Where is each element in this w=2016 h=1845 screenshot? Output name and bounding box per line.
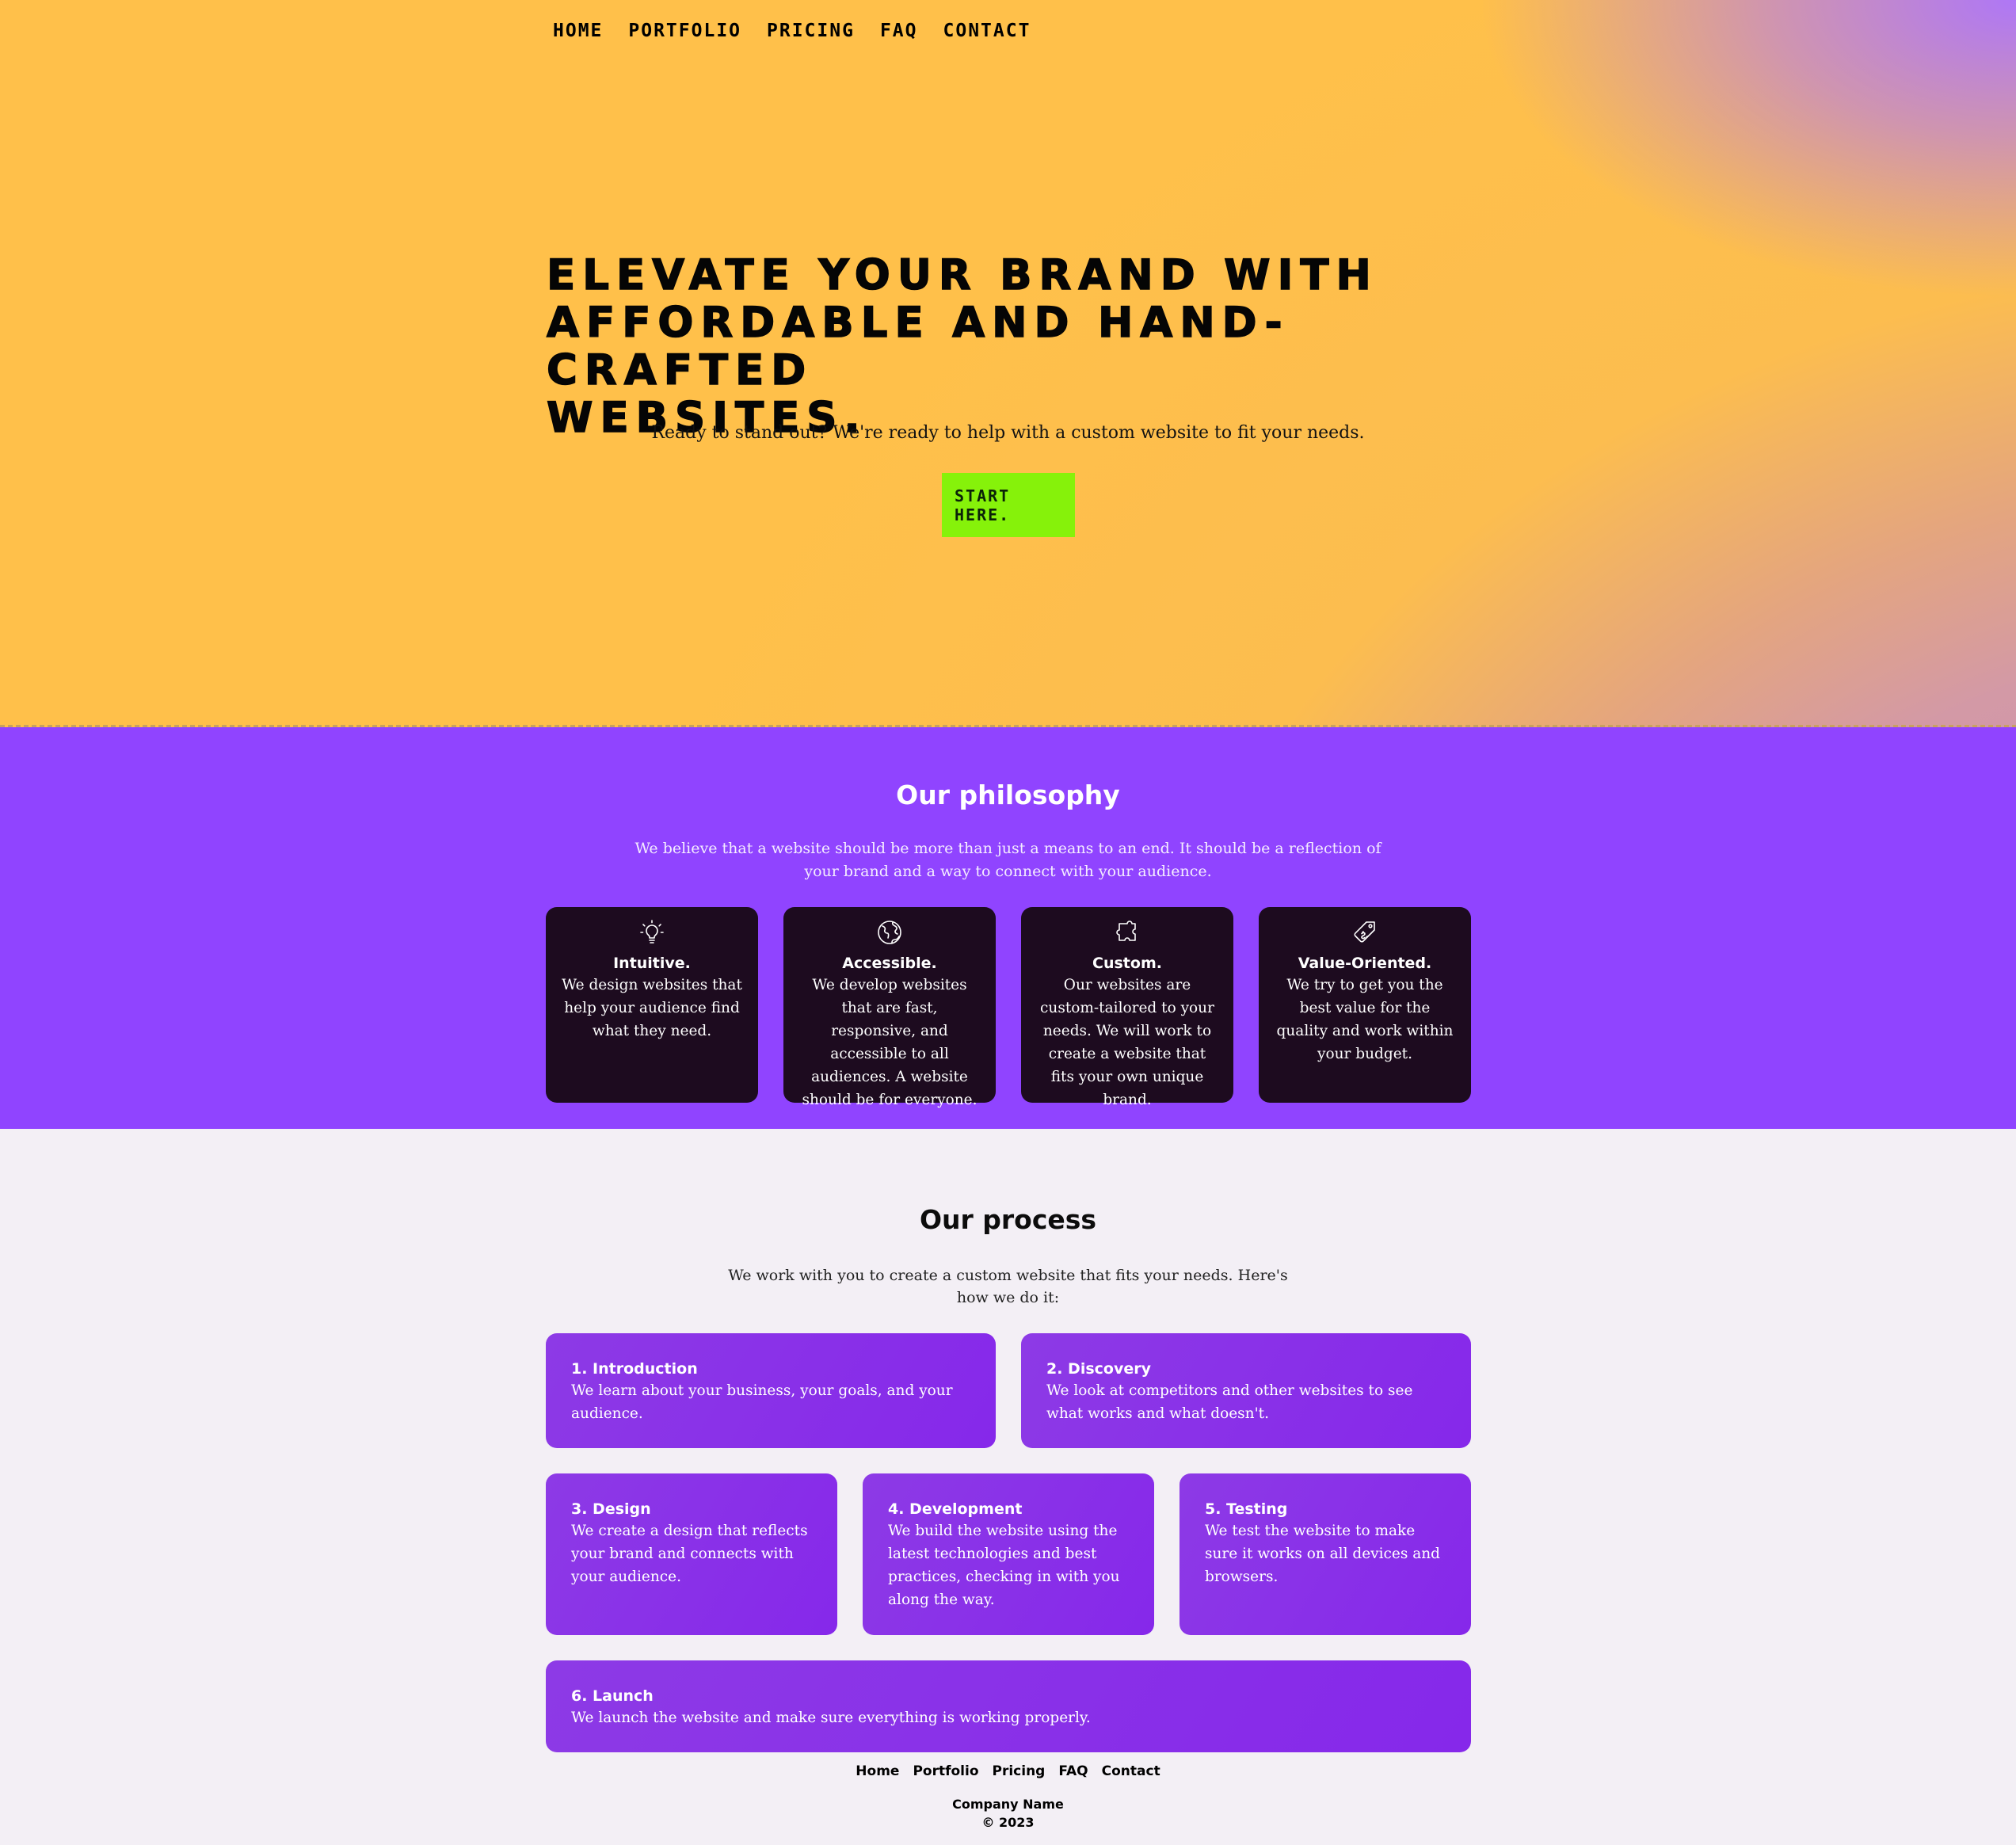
price-tag-icon	[1354, 921, 1375, 943]
step-text: We create a design that reflects your br…	[571, 1523, 808, 1585]
footer-portfolio-link[interactable]: Portfolio	[913, 1763, 978, 1779]
card-text: We try to get you the best value for the…	[1276, 977, 1454, 1062]
philosophy-card-accessible: Accessible. We develop websites that are…	[783, 907, 996, 1108]
globe-icon	[878, 921, 901, 944]
nav-pricing-link[interactable]: PRICING	[767, 21, 855, 41]
step-title: 5. Testing	[1205, 1500, 1288, 1518]
hero-title-line-1: ELEVATE YOUR BRAND WITH	[546, 251, 1378, 300]
company-name: Company Name	[952, 1797, 1064, 1812]
footer-faq-link[interactable]: FAQ	[1058, 1763, 1088, 1779]
nav-contact-link[interactable]: CONTACT	[943, 21, 1031, 41]
card-title: Custom.	[1092, 955, 1162, 972]
footer-pricing-link[interactable]: Pricing	[993, 1763, 1046, 1779]
card-title: Value-Oriented.	[1298, 955, 1432, 972]
process-step-design: 3. Design We create a design that reflec…	[546, 1473, 837, 1635]
step-text: We learn about your business, your goals…	[571, 1382, 953, 1422]
process-step-launch: 6. Launch We launch the website and make…	[546, 1660, 1471, 1752]
step-title: 3. Design	[571, 1500, 651, 1518]
step-title: 2. Discovery	[1046, 1360, 1151, 1378]
step-title: 6. Launch	[571, 1687, 654, 1705]
card-text: We develop websites that are fast, respo…	[802, 977, 978, 1108]
copyright: © 2023	[981, 1815, 1035, 1830]
step-title: 1. Introduction	[571, 1360, 698, 1378]
step-text: We look at competitors and other website…	[1046, 1382, 1413, 1422]
footer-company: Company Name © 2023	[0, 1795, 2016, 1832]
footer-contact-link[interactable]: Contact	[1102, 1763, 1160, 1779]
philosophy-title: Our philosophy	[896, 780, 1120, 810]
lightbulb-icon	[640, 920, 664, 943]
nav-portfolio-link[interactable]: PORTFOLIO	[628, 21, 741, 41]
card-text: We design websites that help your audien…	[562, 977, 742, 1039]
start-here-button[interactable]: START HERE.	[942, 473, 1075, 537]
footer-home-link[interactable]: Home	[856, 1763, 899, 1779]
process-step-development: 4. Development We build the website usin…	[863, 1473, 1154, 1635]
footer-nav: Home Portfolio Pricing FAQ Contact	[0, 1763, 2016, 1779]
hero-section: HOME PORTFOLIO PRICING FAQ CONTACT ELEVA…	[0, 0, 2016, 727]
process-step-testing: 5. Testing We test the website to make s…	[1179, 1473, 1471, 1635]
step-text: We launch the website and make sure ever…	[571, 1710, 1091, 1726]
step-text: We test the website to make sure it work…	[1205, 1523, 1441, 1585]
hero-subtitle: Ready to stand out? We're ready to help …	[651, 423, 1365, 443]
process-step-introduction: 1. Introduction We learn about your busi…	[546, 1333, 996, 1448]
top-nav: HOME PORTFOLIO PRICING FAQ CONTACT	[553, 21, 1031, 41]
puzzle-icon	[1116, 921, 1136, 941]
process-title: Our process	[919, 1204, 1097, 1235]
hero-title: ELEVATE YOUR BRAND WITH AFFORDABLE AND H…	[546, 251, 1497, 443]
start-here-line-1: START	[955, 486, 1011, 505]
philosophy-card-value-oriented: Value-Oriented. We try to get you the be…	[1259, 907, 1471, 1103]
step-text: We build the website using the latest te…	[888, 1523, 1120, 1608]
hero-title-line-2: AFFORDABLE AND HAND-CRAFTED	[546, 299, 1290, 395]
step-title: 4. Development	[888, 1500, 1023, 1518]
philosophy-card-intuitive: Intuitive. We design websites that help …	[546, 907, 758, 1103]
start-here-line-2: HERE.	[955, 505, 1011, 524]
process-step-discovery: 2. Discovery We look at competitors and …	[1021, 1333, 1471, 1448]
philosophy-card-custom: Custom. Our websites are custom-tailored…	[1021, 907, 1233, 1108]
card-title: Accessible.	[842, 955, 937, 972]
process-description: We work with you to create a custom webs…	[728, 1267, 1288, 1306]
philosophy-description: We believe that a website should be more…	[635, 840, 1381, 880]
card-text: Our websites are custom-tailored to your…	[1040, 977, 1214, 1108]
card-title: Intuitive.	[613, 955, 691, 972]
nav-home-link[interactable]: HOME	[553, 21, 603, 41]
hero-divider	[0, 725, 2016, 727]
nav-faq-link[interactable]: FAQ	[880, 21, 918, 41]
